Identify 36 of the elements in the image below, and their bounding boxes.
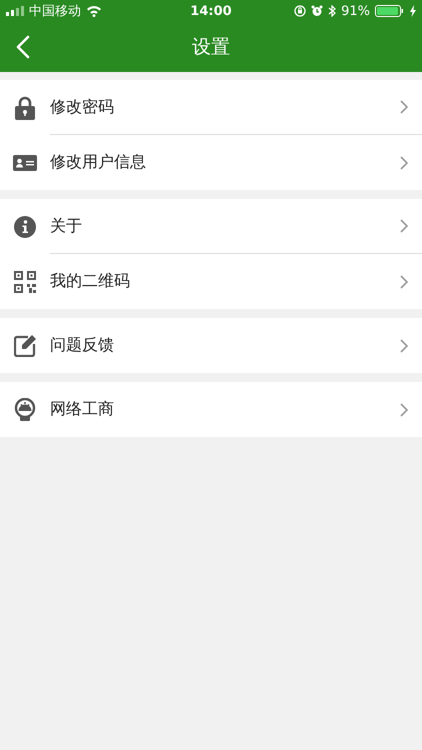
settings-row[interactable]: 网络工商 [0,382,422,437]
edit-icon [14,334,36,356]
settings-row[interactable]: 修改用户信息 [0,135,422,190]
settings-label: 我的二维码 [50,271,130,292]
settings-row[interactable]: 修改密码 [0,80,422,135]
lock-icon [15,96,35,120]
chevron-icon [400,100,408,114]
settings-label: 修改用户信息 [50,152,146,173]
settings-row[interactable]: 问题反馈 [0,318,422,373]
badge-icon [14,398,36,422]
battery-icon [375,5,405,17]
signal-icon [6,6,24,16]
settings-label: 网络工商 [50,399,114,420]
info-icon [14,216,36,238]
status-time: 14:00 [189,4,233,18]
charging-icon [410,5,416,17]
battery-percent: 91% [341,4,370,18]
chevron-icon [400,219,408,233]
settings-label: 关于 [50,216,82,236]
chevron-icon [400,274,408,288]
chevron-icon [400,402,408,416]
wifi-icon [86,5,102,17]
bluetooth-icon [328,5,336,17]
settings-label: 问题反馈 [50,335,114,356]
chevron-icon [400,338,408,352]
settings-row[interactable]: 关于 [0,199,422,254]
settings-row[interactable]: 我的二维码 [0,254,422,309]
page-title: 设置 [191,35,231,60]
back-icon [16,35,30,59]
id-card-icon [13,154,37,170]
settings-label: 修改密码 [50,96,114,118]
carrier-name: 中国移动 [29,3,81,20]
rotation-lock-icon [294,5,306,17]
qr-code-icon [14,270,36,292]
chevron-icon [400,156,408,170]
alarm-icon [311,5,324,17]
